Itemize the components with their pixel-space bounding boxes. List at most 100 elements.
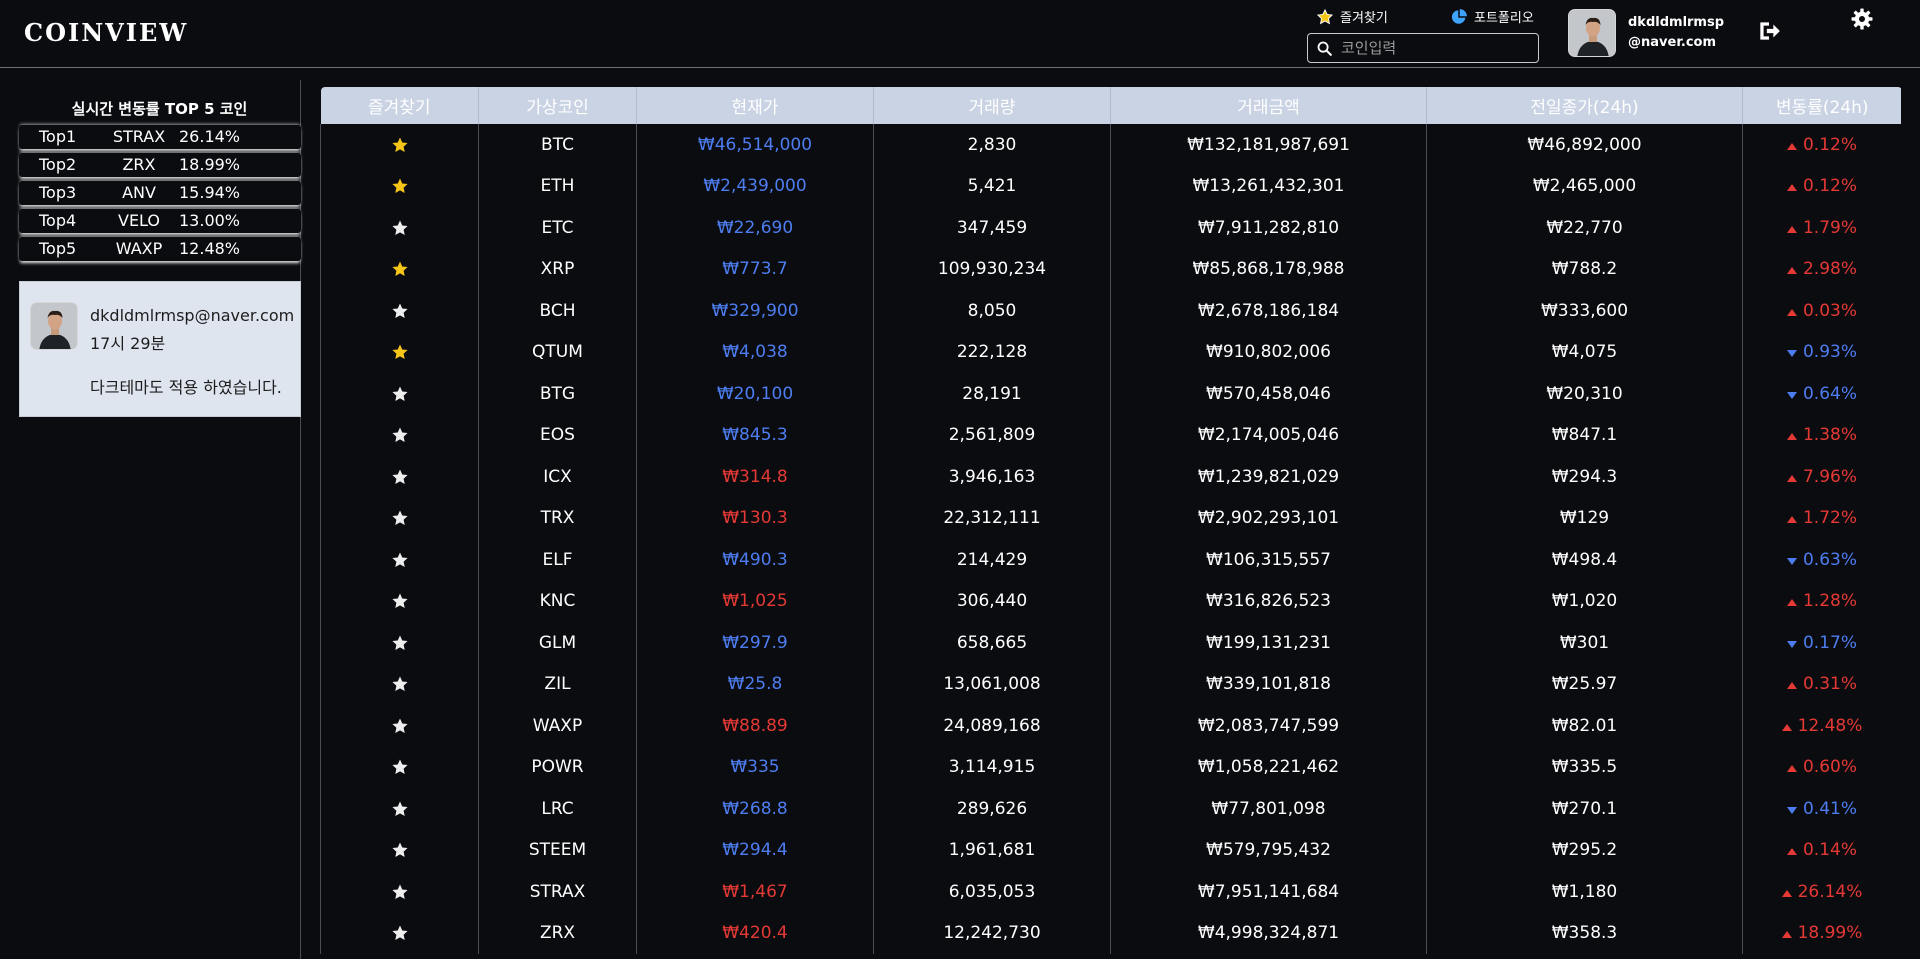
star-icon[interactable] bbox=[391, 674, 409, 694]
table-row[interactable]: STRAX ₩1,467 6,035,053 ₩7,951,141,684 ₩1,180… bbox=[320, 871, 1901, 913]
star-icon[interactable] bbox=[391, 384, 409, 404]
top5-row[interactable]: Top5 WAXP 12.48% bbox=[19, 237, 301, 262]
gear-icon[interactable] bbox=[1850, 7, 1874, 31]
column-header[interactable]: 거래금액 bbox=[1110, 87, 1427, 124]
star-icon[interactable] bbox=[391, 840, 409, 860]
top5-row[interactable]: Top1 STRAX 26.14% bbox=[19, 125, 301, 150]
star-icon[interactable] bbox=[391, 923, 409, 943]
table-row[interactable]: EOS ₩845.3 2,561,809 ₩2,174,005,046 ₩847.1 1.… bbox=[320, 414, 1901, 456]
table-row[interactable]: POWR ₩335 3,114,915 ₩1,058,221,462 ₩335.5 0.6… bbox=[320, 746, 1901, 788]
star-icon[interactable] bbox=[391, 550, 409, 570]
table-row[interactable]: ZIL ₩25.8 13,061,008 ₩339,101,818 ₩25.97 0.31… bbox=[320, 663, 1901, 705]
trade-amount: ₩106,315,557 bbox=[1110, 539, 1427, 581]
table-row[interactable]: ELF ₩490.3 214,429 ₩106,315,557 ₩498.4 0.63% bbox=[320, 539, 1901, 581]
arrow-up-icon bbox=[1781, 716, 1792, 736]
table-row[interactable]: ETH ₩2,439,000 5,421 ₩13,261,432,301 ₩2,465,… bbox=[320, 165, 1901, 207]
column-header[interactable]: 전일종가(24h) bbox=[1426, 87, 1743, 124]
top5-row[interactable]: Top4 VELO 13.00% bbox=[19, 209, 301, 234]
star-icon[interactable] bbox=[391, 882, 409, 902]
top5-row[interactable]: Top2 ZRX 18.99% bbox=[19, 153, 301, 178]
table-row[interactable]: STEEM ₩294.4 1,961,681 ₩579,795,432 ₩295.2 0.… bbox=[320, 829, 1901, 871]
portfolio-label: 포트폴리오 bbox=[1474, 11, 1534, 26]
user-avatar[interactable] bbox=[1568, 9, 1616, 57]
column-header[interactable]: 거래량 bbox=[873, 87, 1111, 124]
portfolio-link[interactable]: 포트폴리오 bbox=[1450, 7, 1534, 26]
table-row[interactable]: QTUM ₩4,038 222,128 ₩910,802,006 ₩4,075 0.93% bbox=[320, 331, 1901, 373]
column-header[interactable]: 변동률(24h) bbox=[1742, 87, 1901, 124]
table-row[interactable]: ZRX ₩420.4 12,242,730 ₩4,998,324,871 ₩358.3 1… bbox=[320, 912, 1901, 954]
star-icon[interactable] bbox=[391, 425, 409, 445]
favorites-link[interactable]: 즐겨찾기 bbox=[1316, 7, 1388, 26]
current-price: ₩329,900 bbox=[636, 290, 874, 332]
top5-row[interactable]: Top3 ANV 15.94% bbox=[19, 181, 301, 206]
coin-symbol: STEEM bbox=[478, 829, 637, 871]
column-header[interactable]: 현재가 bbox=[636, 87, 874, 124]
coin-symbol: TRX bbox=[478, 497, 637, 539]
coin-symbol: XRP bbox=[478, 248, 637, 290]
change-rate: 0.63% bbox=[1802, 549, 1857, 570]
table-row[interactable]: BTG ₩20,100 28,191 ₩570,458,046 ₩20,310 0.64% bbox=[320, 373, 1901, 415]
change-rate-cell: 7.96% bbox=[1742, 456, 1901, 498]
star-icon[interactable] bbox=[391, 218, 409, 238]
table-row[interactable]: TRX ₩130.3 22,312,111 ₩2,902,293,101 ₩129 1.7… bbox=[320, 497, 1901, 539]
star-icon[interactable] bbox=[391, 757, 409, 777]
star-icon[interactable] bbox=[391, 633, 409, 653]
logout-icon[interactable] bbox=[1756, 18, 1782, 44]
prev-close: ₩358.3 bbox=[1426, 912, 1743, 954]
star-filled-icon[interactable] bbox=[391, 176, 409, 196]
coin-table-wrapper: 즐겨찾기 가상코인 현재가 거래량 거래금액 전일종가(24h) 변동률(24h) BTC ₩… bbox=[320, 87, 1901, 959]
table-row[interactable]: WAXP ₩88.89 24,089,168 ₩2,083,747,599 ₩82.01… bbox=[320, 705, 1901, 747]
arrow-up-icon bbox=[1786, 508, 1797, 528]
prev-close: ₩129 bbox=[1426, 497, 1743, 539]
current-price: ₩2,439,000 bbox=[636, 165, 874, 207]
current-price: ₩294.4 bbox=[636, 829, 874, 871]
arrow-up-icon bbox=[1786, 674, 1797, 694]
arrow-down-icon bbox=[1786, 550, 1797, 570]
star-icon[interactable] bbox=[391, 799, 409, 819]
current-price: ₩490.3 bbox=[636, 539, 874, 581]
column-header[interactable]: 가상코인 bbox=[478, 87, 637, 124]
coin-symbol: ZIL bbox=[478, 663, 637, 705]
star-icon[interactable] bbox=[391, 301, 409, 321]
current-price: ₩1,025 bbox=[636, 580, 874, 622]
table-row[interactable]: XRP ₩773.7 109,930,234 ₩85,868,178,988 ₩788.… bbox=[320, 248, 1901, 290]
pie-chart-icon bbox=[1451, 8, 1467, 24]
search-icon bbox=[1317, 41, 1332, 56]
star-icon[interactable] bbox=[391, 591, 409, 611]
top5-percent: 13.00% bbox=[179, 211, 241, 230]
change-rate-cell: 0.12% bbox=[1742, 124, 1901, 166]
change-rate: 0.31% bbox=[1802, 674, 1857, 695]
favorite-cell bbox=[320, 248, 479, 290]
coin-symbol: QTUM bbox=[478, 331, 637, 373]
change-rate-cell: 2.98% bbox=[1742, 248, 1901, 290]
table-row[interactable]: GLM ₩297.9 658,665 ₩199,131,231 ₩301 0.17% bbox=[320, 622, 1901, 664]
current-price: ₩314.8 bbox=[636, 456, 874, 498]
trade-amount: ₩1,058,221,462 bbox=[1110, 746, 1427, 788]
coin-search-box[interactable] bbox=[1307, 33, 1539, 63]
table-row[interactable]: BCH ₩329,900 8,050 ₩2,678,186,184 ₩333,600 0.… bbox=[320, 290, 1901, 332]
star-filled-icon[interactable] bbox=[391, 135, 409, 155]
current-price: ₩297.9 bbox=[636, 622, 874, 664]
change-rate: 26.14% bbox=[1797, 881, 1863, 902]
favorite-cell bbox=[320, 165, 479, 207]
current-price: ₩46,514,000 bbox=[636, 124, 874, 166]
table-row[interactable]: ETC ₩22,690 347,459 ₩7,911,282,810 ₩22,770 1.… bbox=[320, 207, 1901, 249]
table-row[interactable]: KNC ₩1,025 306,440 ₩316,826,523 ₩1,020 1.28% bbox=[320, 580, 1901, 622]
star-filled-icon[interactable] bbox=[391, 342, 409, 362]
star-icon[interactable] bbox=[391, 467, 409, 487]
table-row[interactable]: LRC ₩268.8 289,626 ₩77,801,098 ₩270.1 0.41% bbox=[320, 788, 1901, 830]
column-header[interactable]: 즐겨찾기 bbox=[320, 87, 479, 124]
table-row[interactable]: BTC ₩46,514,000 2,830 ₩132,181,987,691 ₩46,8… bbox=[320, 124, 1901, 166]
current-price: ₩88.89 bbox=[636, 705, 874, 747]
app-logo[interactable]: COINVIEW bbox=[24, 18, 188, 47]
star-filled-icon[interactable] bbox=[391, 259, 409, 279]
star-icon[interactable] bbox=[391, 508, 409, 528]
coin-search-input[interactable] bbox=[1339, 38, 1529, 58]
trade-amount: ₩2,678,186,184 bbox=[1110, 290, 1427, 332]
table-row[interactable]: ICX ₩314.8 3,946,163 ₩1,239,821,029 ₩294.3 7.… bbox=[320, 456, 1901, 498]
current-price: ₩20,100 bbox=[636, 373, 874, 415]
favorite-cell bbox=[320, 871, 479, 913]
star-icon[interactable] bbox=[391, 716, 409, 736]
trade-amount: ₩77,801,098 bbox=[1110, 788, 1427, 830]
current-price: ₩22,690 bbox=[636, 207, 874, 249]
